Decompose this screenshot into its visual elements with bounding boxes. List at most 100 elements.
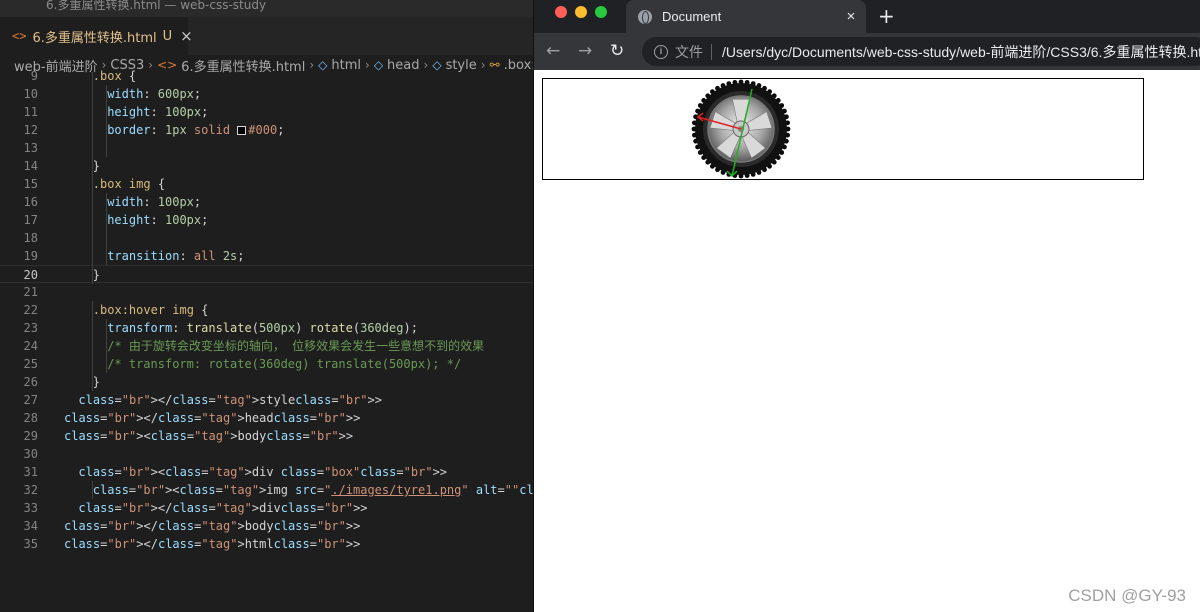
line-number: 31 [23,465,38,479]
editor-tab-active[interactable]: <> 6.多重属性转换.html U × [0,17,193,55]
forward-button[interactable]: → [578,41,592,61]
chevron-right-icon: › [365,58,370,72]
code-text: class="br"></class="tag">htmlclass="br">… [64,537,361,551]
code-text: class="br"><class="tag">bodyclass="br">> [64,429,354,443]
line-number: 18 [23,231,38,245]
line-number: 34 [23,519,38,533]
code-line[interactable]: 21 [0,283,533,301]
code-line[interactable]: 24 /* 由于旋转会改变坐标的轴向， 位移效果会发生一些意想不到的效果 [0,337,533,355]
chevron-right-icon: › [480,58,486,72]
element-icon: ◇ [432,58,442,72]
code-editor-pane: 6.多重属性转换.html — web-css-study <> 6.多重属性转… [0,0,533,612]
code-text: } [92,375,101,389]
line-number: 12 [23,123,38,137]
code-line[interactable]: 11 height: 100px; [0,103,533,121]
line-number: 35 [23,537,38,551]
address-bar[interactable]: i 文件 /Users/dyc/Documents/web-css-study/… [642,37,1200,66]
code-line[interactable]: 17 height: 100px; [0,211,533,229]
browser-tab-active[interactable]: Document × [626,0,866,33]
code-text: /* transform: rotate(360deg) translate(5… [107,357,462,371]
close-icon[interactable]: × [180,27,193,45]
code-text: } [92,159,101,173]
line-number: 19 [23,249,38,263]
code-text: width: 600px; [107,87,202,101]
line-number: 15 [23,177,38,191]
code-line[interactable]: 23 transform: translate(500px) rotate(360… [0,319,533,337]
indent-guide [92,121,93,139]
editor-window-title: 6.多重属性转换.html — web-css-study [0,0,533,17]
code-line[interactable]: 27 class="br"></class="tag">styleclass="b… [0,391,533,409]
element-icon: ◇ [318,58,328,72]
indent-guide [92,139,93,157]
line-number: 21 [23,285,38,299]
code-line[interactable]: 30 [0,445,533,463]
code-line[interactable]: 28 class="br"></class="tag">headclass="br… [0,409,533,427]
window-maximize-button[interactable] [595,6,607,18]
demo-box[interactable] [542,78,1144,180]
code-area[interactable]: 9 .box {10 width: 600px; 11 height: 100px; 12… [0,69,533,553]
tyre-image [691,79,791,179]
address-url[interactable]: /Users/dyc/Documents/web-css-study/web-前… [722,42,1200,62]
window-close-button[interactable] [555,6,567,18]
code-line[interactable]: 14} [0,157,533,175]
browser-toolbar: ← → ↻ i 文件 /Users/dyc/Documents/web-css-… [534,33,1200,70]
html-file-icon: <> [157,58,178,72]
code-line[interactable]: 20} [0,265,533,284]
code-line[interactable]: 34 class="br"></class="tag">bodyclass="br… [0,517,533,535]
line-number: 25 [23,357,38,371]
untracked-badge: U [162,28,173,44]
code-text: class="br"></class="tag">headclass="br">… [64,411,361,425]
chevron-right-icon: › [423,58,429,72]
code-line[interactable]: 25 /* transform: rotate(360deg) translate… [0,355,533,373]
line-number: 10 [23,87,38,101]
code-line[interactable]: 33 class="br"></class="tag">divclass="br"… [0,499,533,517]
code-line[interactable]: 22 .box:hover img { [0,301,533,319]
indent-guide [92,337,93,355]
code-line[interactable]: 29 class="br"><class="tag">bodyclass="br"… [0,427,533,445]
back-button[interactable]: ← [546,41,560,61]
page-viewport [534,70,1200,612]
code-text: .box { [92,69,137,83]
code-line[interactable]: 13 [0,139,533,157]
browser-window: Document × + ← → ↻ i 文件 /Users/dyc/Docum… [533,0,1200,612]
breadcrumb-item-style[interactable]: style [446,58,477,73]
code-line[interactable]: 19 transition: all 2s; [0,247,533,265]
breadcrumb-item-selector[interactable]: .box:hover img [504,58,533,73]
reload-button[interactable]: ↻ [610,41,624,61]
line-number: 30 [23,447,38,461]
line-number: 20 [23,268,38,282]
info-icon[interactable]: i [654,44,668,59]
line-number: 29 [23,429,38,443]
code-text: /* 由于旋转会改变坐标的轴向， 位移效果会发生一些意想不到的效果 [107,339,485,353]
breadcrumb-item-head[interactable]: head [387,58,419,73]
line-number: 23 [23,321,38,335]
html-file-icon: <> [12,29,27,43]
indent-guide [92,319,93,337]
code-line[interactable]: 32 class="br"><class="tag">img src="./ima… [0,481,533,499]
new-tab-button[interactable]: + [878,4,895,28]
editor-tab-label: 6.多重属性转换.html [32,30,157,46]
breadcrumb-item-html[interactable]: html [331,58,361,73]
indent-guide [92,355,93,373]
indent-guide [92,103,93,121]
code-text: transform: translate(500px) rotate(360de… [107,321,418,335]
code-text: height: 100px; [107,105,209,119]
selector-icon: ⚯ [489,58,500,72]
close-icon[interactable]: × [840,8,862,25]
line-number: 9 [30,69,38,83]
code-line[interactable]: 15 .box img { [0,175,533,193]
code-line[interactable]: 12 border: 1px solid #000; [0,121,533,139]
code-line[interactable]: 31 class="br"><class="tag">div class="box… [0,463,533,481]
editor-tab-bar: <> 6.多重属性转换.html U × [0,17,533,55]
code-line[interactable]: 18 [0,229,533,247]
code-text: class="br"><class="tag">div class="box"c… [78,465,448,479]
code-line[interactable]: 26} [0,373,533,391]
code-line[interactable]: 16 width: 100px; [0,193,533,211]
code-line[interactable]: 35 class="br"></class="tag">htmlclass="br… [0,535,533,553]
indent-guide [92,211,93,229]
indent-guide [92,85,93,103]
window-minimize-button[interactable] [575,6,587,18]
code-line[interactable]: 9 .box { [0,69,533,90]
code-line[interactable]: 10 width: 600px; [0,85,533,103]
line-number: 14 [23,159,38,173]
